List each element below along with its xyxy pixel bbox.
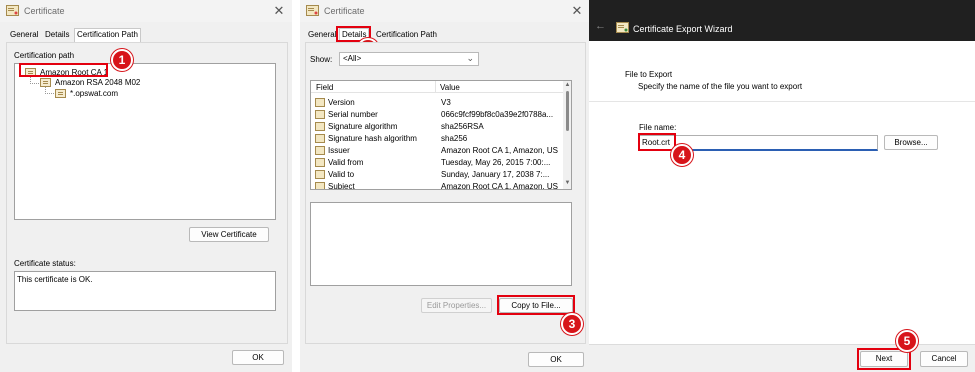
list-row[interactable]: Issuer Amazon Root CA 1, Amazon, US — [314, 145, 564, 156]
list-row[interactable]: Signature algorithm sha256RSA — [314, 121, 564, 132]
row-value: Sunday, January 17, 2038 7:... — [441, 170, 550, 179]
row-field: Subject — [328, 182, 355, 190]
section-divider — [589, 101, 975, 102]
cancel-button[interactable]: Cancel — [920, 351, 968, 367]
step-badge-4: 4 — [671, 144, 693, 166]
row-field: Serial number — [328, 110, 378, 119]
list-header: Field Value — [311, 81, 563, 93]
certificate-icon — [616, 22, 629, 33]
scroll-thumb[interactable] — [566, 91, 569, 131]
highlight-copy-to-file — [497, 295, 575, 315]
field-icon — [315, 110, 325, 119]
row-value: Tuesday, May 26, 2015 7:00:... — [441, 158, 551, 167]
field-icon — [315, 122, 325, 131]
tree-node-intermediate[interactable]: Amazon RSA 2048 M02 — [55, 78, 140, 87]
certificate-icon — [6, 5, 19, 16]
vertical-scrollbar[interactable]: ▲ ▼ — [563, 81, 571, 189]
show-dropdown[interactable]: <All> ⌄ — [339, 52, 479, 66]
field-icon — [315, 182, 325, 189]
row-field: Valid to — [328, 170, 355, 179]
column-header-field[interactable]: Field — [316, 83, 333, 92]
value-detail-box — [310, 202, 572, 286]
back-arrow-icon[interactable]: ← — [595, 20, 606, 32]
show-label: Show: — [310, 55, 333, 64]
close-icon[interactable]: ✕ — [270, 2, 288, 20]
list-row[interactable]: Subject Amazon Root CA 1, Amazon, US — [314, 181, 564, 190]
row-value: sha256 — [441, 134, 468, 143]
scroll-up-icon[interactable]: ▲ — [564, 82, 571, 89]
list-row[interactable]: Signature hash algorithm sha256 — [314, 133, 564, 144]
certificate-export-wizard: ← Certificate Export Wizard File to Expo… — [589, 0, 975, 372]
row-value: 066c9fcf99bf8c0a39e2f0788a... — [441, 110, 554, 119]
certification-path-tree[interactable]: Amazon Root CA 1 Amazon RSA 2048 M02 *.o… — [14, 63, 276, 220]
row-field: Version — [328, 98, 355, 107]
window-title: Certificate — [324, 6, 365, 16]
certificate-status-box: This certificate is OK. — [14, 271, 276, 311]
row-value: V3 — [441, 98, 451, 107]
field-icon — [315, 98, 325, 107]
step-badge-5: 5 — [896, 330, 918, 352]
highlight-file-name — [638, 133, 676, 151]
row-field: Issuer — [328, 146, 350, 155]
scroll-down-icon[interactable]: ▼ — [564, 180, 571, 187]
wizard-header: ← Certificate Export Wizard — [589, 0, 975, 41]
title-bar: Certificate ✕ — [0, 0, 292, 22]
close-icon[interactable]: ✕ — [568, 2, 586, 20]
chevron-down-icon: ⌄ — [466, 53, 474, 63]
list-row[interactable]: Version V3 — [314, 97, 564, 108]
column-header-value[interactable]: Value — [440, 83, 460, 92]
tab-certification-path[interactable]: Certification Path — [74, 28, 141, 42]
show-dropdown-value: <All> — [343, 54, 362, 63]
ok-button[interactable]: OK — [232, 350, 284, 365]
list-row[interactable]: Serial number 066c9fcf99bf8c0a39e2f0788a… — [314, 109, 564, 120]
tab-general[interactable]: General — [8, 29, 40, 41]
wizard-body: File to Export Specify the name of the f… — [589, 41, 975, 372]
tab-general[interactable]: General — [306, 29, 338, 41]
row-field: Valid from — [328, 158, 364, 167]
tab-certification-path[interactable]: Certification Path — [374, 29, 439, 41]
certificate-icon — [40, 78, 51, 87]
field-icon — [315, 170, 325, 179]
field-icon — [315, 134, 325, 143]
row-field: Signature algorithm — [328, 122, 398, 131]
edit-properties-button: Edit Properties... — [421, 298, 492, 313]
certificate-icon — [306, 5, 319, 16]
list-row[interactable]: Valid from Tuesday, May 26, 2015 7:00:..… — [314, 157, 564, 168]
title-bar: Certificate ✕ — [300, 0, 590, 22]
row-value: Amazon Root CA 1, Amazon, US — [441, 146, 558, 155]
row-value: Amazon Root CA 1, Amazon, US — [441, 182, 558, 190]
list-row[interactable]: Valid to Sunday, January 17, 2038 7:... — [314, 169, 564, 180]
certificate-icon — [55, 89, 66, 98]
field-icon — [315, 146, 325, 155]
row-value: sha256RSA — [441, 122, 484, 131]
row-field: Signature hash algorithm — [328, 134, 417, 143]
view-certificate-button[interactable]: View Certificate — [189, 227, 269, 242]
step-badge-1: 1 — [111, 49, 133, 71]
certificate-dialog-path: Certificate ✕ General Details Certificat… — [0, 0, 292, 372]
wizard-footer: Next Cancel — [589, 344, 975, 372]
browse-button[interactable]: Browse... — [884, 135, 938, 150]
file-name-label: File name: — [639, 123, 677, 132]
section-title: File to Export — [625, 70, 673, 79]
step-badge-3: 3 — [561, 313, 583, 335]
tree-node-leaf[interactable]: *.opswat.com — [70, 89, 118, 98]
certificate-status-label: Certificate status: — [14, 259, 76, 268]
column-divider — [435, 81, 436, 93]
window-title: Certificate — [24, 6, 65, 16]
tree-connector — [45, 87, 54, 94]
tab-strip: General Details Certification Path — [8, 28, 288, 42]
certificate-dialog-details: Certificate ✕ General Details Certificat… — [300, 0, 590, 372]
wizard-title: Certificate Export Wizard — [633, 24, 733, 34]
ok-button[interactable]: OK — [528, 352, 584, 367]
section-description: Specify the name of the file you want to… — [638, 82, 803, 91]
field-icon — [315, 158, 325, 167]
tab-details[interactable]: Details — [43, 29, 71, 41]
details-list[interactable]: Field Value Version V3 Serial number 066… — [310, 80, 572, 190]
highlight-root-node — [19, 63, 108, 77]
certification-path-label: Certification path — [14, 51, 75, 60]
tree-connector — [30, 77, 39, 84]
